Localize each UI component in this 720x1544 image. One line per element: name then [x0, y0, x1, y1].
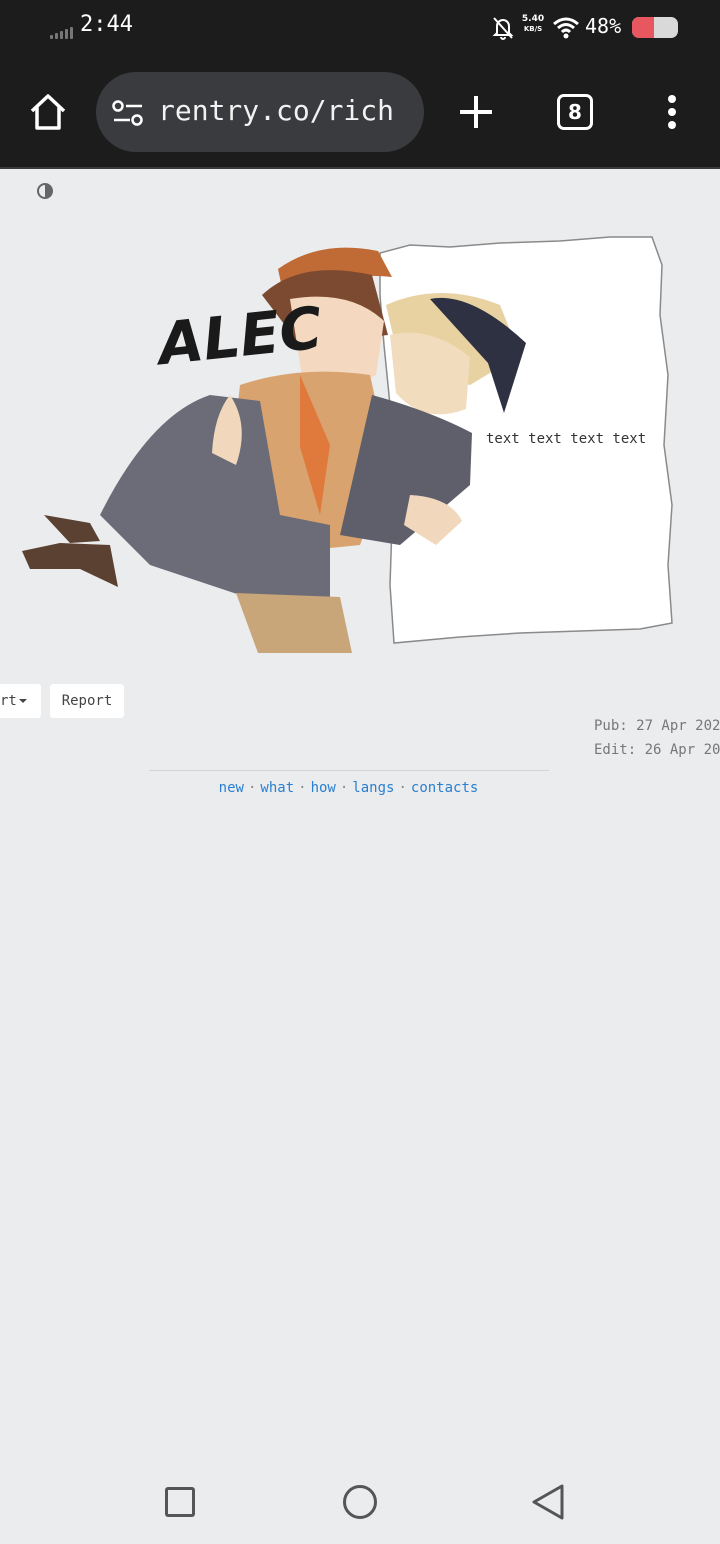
- artwork-caption: text text text text: [486, 431, 647, 447]
- site-settings-icon[interactable]: [112, 100, 144, 126]
- tab-switcher-icon[interactable]: 8: [557, 94, 593, 130]
- footer-divider: [149, 770, 549, 771]
- edited-date: Edit: 26 Apr 2025: [594, 742, 720, 758]
- bell-off-icon: [492, 17, 514, 40]
- artwork-name: ALEC: [151, 294, 325, 379]
- footer-separator: ·: [247, 780, 257, 796]
- network-speed-unit: KB/S: [523, 25, 543, 33]
- back-triangle-icon[interactable]: [528, 1482, 568, 1522]
- plus-icon[interactable]: [458, 94, 494, 130]
- footer-separator: ·: [398, 780, 407, 796]
- theme-toggle-icon[interactable]: [36, 182, 54, 200]
- footer-link-what[interactable]: what: [260, 780, 294, 796]
- recent-apps-icon[interactable]: [165, 1487, 195, 1517]
- footer-link-new[interactable]: new: [219, 780, 244, 796]
- more-vert-icon[interactable]: [660, 94, 684, 130]
- battery-icon: [632, 17, 678, 38]
- battery-fill: [632, 17, 655, 38]
- network-speed: 5.40 KB/S: [518, 14, 548, 34]
- footer-separator: ·: [298, 780, 307, 796]
- system-nav-bar: [0, 1460, 720, 1544]
- footer-link-how[interactable]: how: [311, 780, 336, 796]
- home-circle-icon[interactable]: [343, 1485, 377, 1519]
- caret-down-icon: [18, 699, 27, 703]
- footer-nav: new · what · how · langs · contacts: [0, 780, 697, 796]
- status-bar: 2:44 5.40 KB/S 48%: [0, 0, 720, 56]
- network-speed-value: 5.40: [521, 14, 545, 24]
- wifi-icon: [553, 17, 579, 39]
- report-button[interactable]: Report: [50, 684, 124, 718]
- browser-toolbar: rentry.co/rich 8: [0, 56, 720, 169]
- export-label: rt: [0, 693, 17, 709]
- footer-separator: ·: [339, 780, 349, 796]
- clock: 2:44: [80, 12, 133, 37]
- export-button[interactable]: rt: [0, 684, 41, 718]
- footer-link-langs[interactable]: langs: [352, 780, 394, 796]
- home-icon[interactable]: [28, 92, 68, 132]
- signal-icon: [50, 27, 74, 39]
- footer-link-contacts[interactable]: contacts: [411, 780, 478, 796]
- battery-percent: 48%: [585, 14, 622, 38]
- address-bar[interactable]: rentry.co/rich: [96, 72, 424, 152]
- published-date: Pub: 27 Apr 2024: [594, 718, 720, 734]
- url-text: rentry.co/rich: [158, 94, 395, 127]
